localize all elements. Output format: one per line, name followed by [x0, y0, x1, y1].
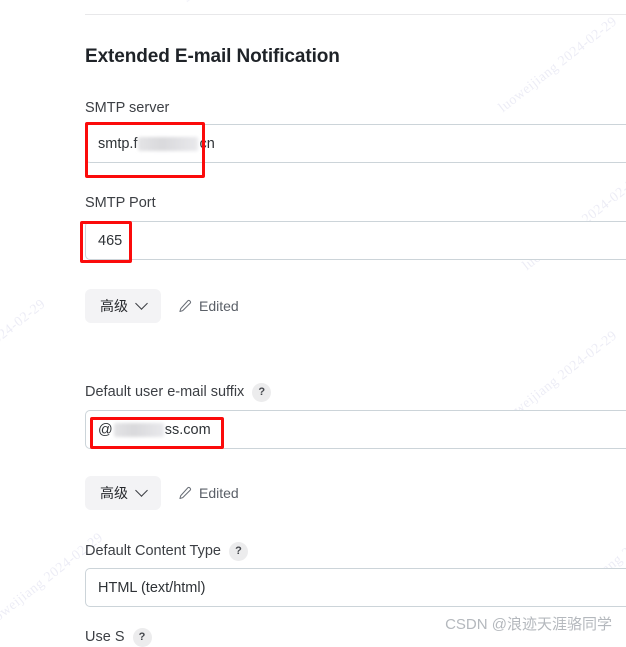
csdn-credit: CSDN @浪迹天涯骆同学: [445, 616, 612, 633]
edited-status-2: Edited: [177, 485, 239, 501]
edited-label-2: Edited: [199, 485, 239, 501]
smtp-server-value-suffix: cn: [199, 135, 215, 152]
redacted-block: [138, 136, 199, 151]
content-type-select[interactable]: HTML (text/html): [85, 568, 626, 607]
advanced-button-2-label: 高级: [100, 485, 128, 501]
pencil-icon: [177, 299, 192, 314]
advanced-button-2[interactable]: 高级: [85, 476, 161, 510]
advanced-row-1: 高级 Edited: [85, 289, 239, 323]
smtp-server-input[interactable]: smtp.f cn: [85, 124, 626, 163]
email-suffix-label-text: Default user e-mail suffix: [85, 384, 245, 401]
content-type-label-text: Default Content Type: [85, 543, 221, 560]
redacted-block: [113, 422, 164, 437]
email-suffix-value-prefix: @: [98, 421, 113, 438]
cutoff-label-text: Use S: [85, 629, 125, 646]
help-icon[interactable]: ?: [252, 383, 272, 402]
help-icon[interactable]: ?: [228, 542, 248, 561]
cutoff-field-label: Use S ?: [85, 628, 152, 647]
settings-page: Extended E-mail Notification SMTP server…: [0, 0, 626, 647]
smtp-port-value: 465: [98, 232, 123, 249]
content-type-label: Default Content Type ?: [85, 542, 248, 561]
email-suffix-label: Default user e-mail suffix ?: [85, 383, 272, 402]
smtp-server-label-text: SMTP server: [85, 100, 170, 116]
smtp-port-label: SMTP Port: [85, 196, 156, 211]
pencil-icon: [177, 486, 192, 501]
advanced-button-1[interactable]: 高级: [85, 289, 161, 323]
edited-status-1: Edited: [177, 298, 239, 314]
email-suffix-value-suffix: ss.com: [164, 421, 211, 438]
page-title: Extended E-mail Notification: [85, 46, 340, 67]
smtp-port-input[interactable]: 465: [85, 221, 626, 260]
content-type-value: HTML (text/html): [98, 579, 206, 596]
chevron-down-icon: [135, 483, 148, 497]
advanced-button-1-label: 高级: [100, 298, 128, 314]
advanced-row-2: 高级 Edited: [85, 476, 239, 510]
email-suffix-input[interactable]: @ ss.com: [85, 410, 626, 449]
top-divider: [85, 14, 626, 15]
edited-label-1: Edited: [199, 298, 239, 314]
smtp-server-label: SMTP server: [85, 101, 169, 116]
chevron-down-icon: [135, 296, 148, 310]
help-icon[interactable]: ?: [132, 628, 152, 647]
smtp-server-value-prefix: smtp.f: [98, 135, 138, 152]
smtp-port-label-text: SMTP Port: [85, 195, 156, 211]
